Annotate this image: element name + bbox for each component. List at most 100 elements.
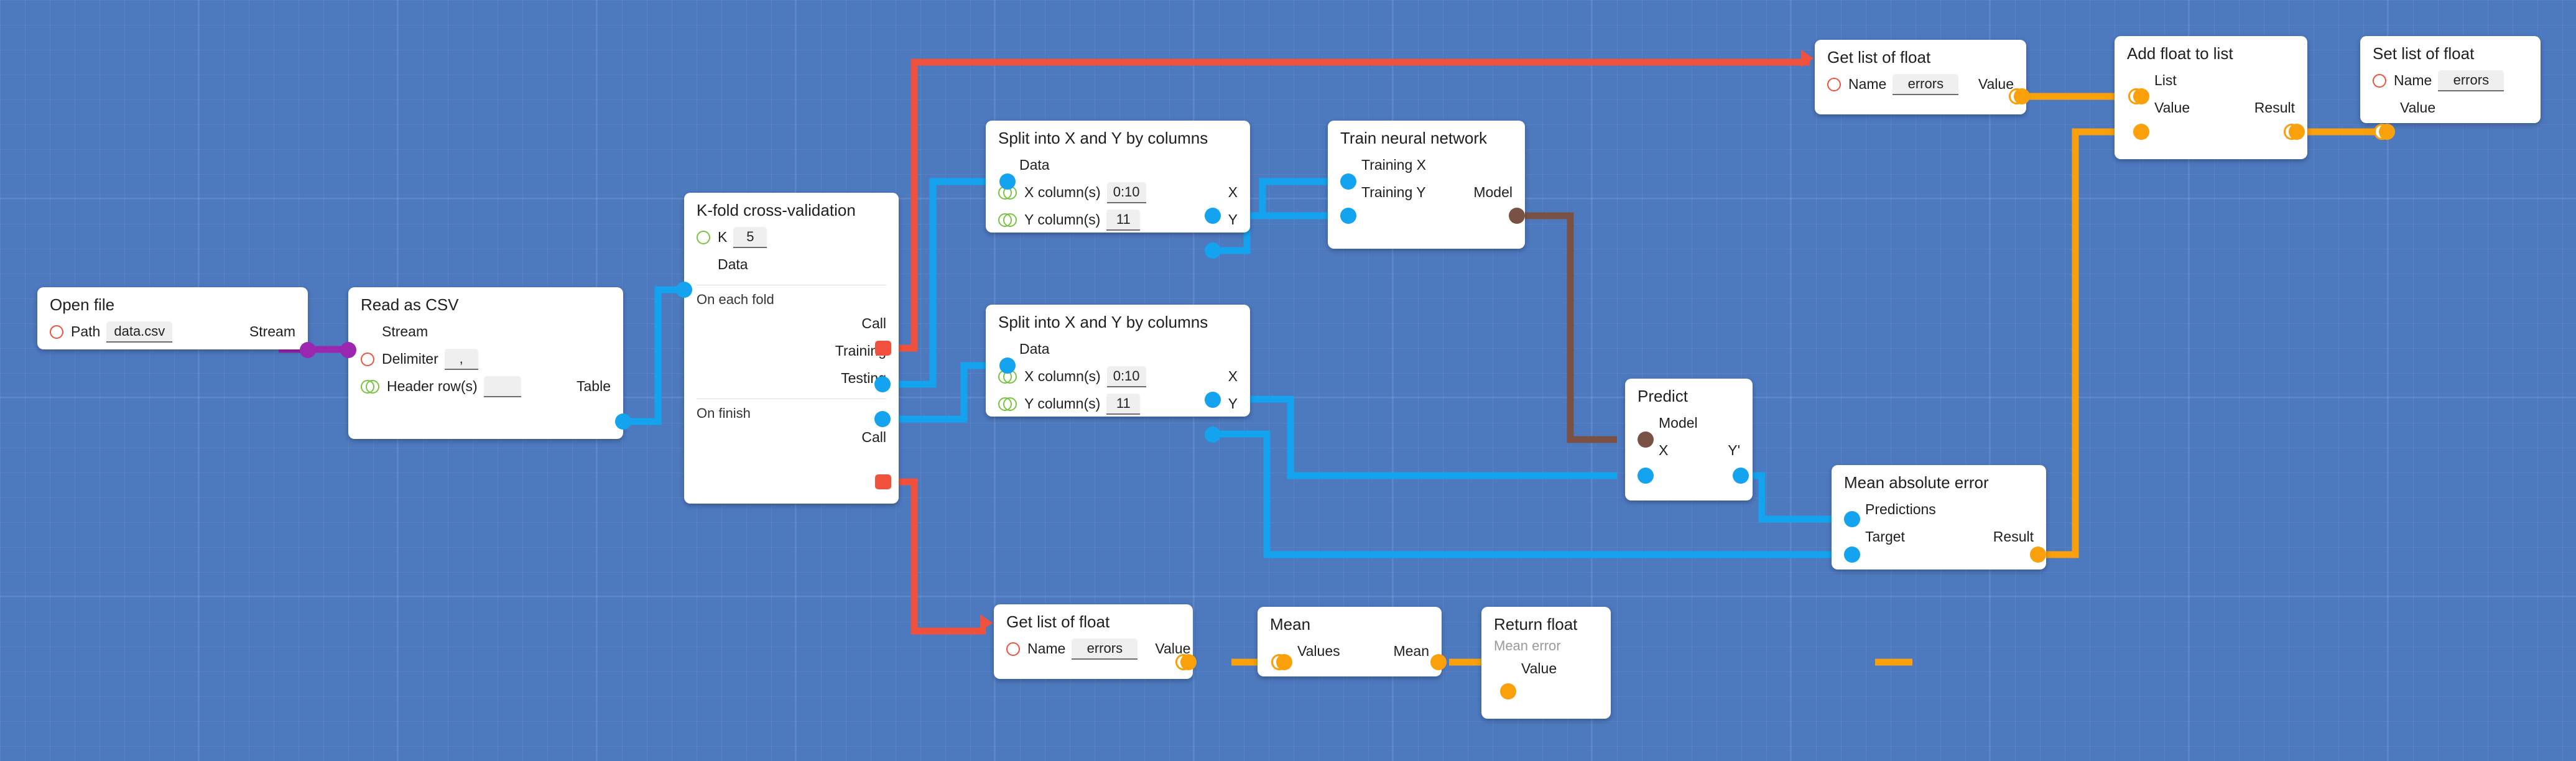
node-mean-absolute-error[interactable]: Mean absolute error Predictions Target R…: [1832, 465, 2046, 570]
path-input[interactable]: data.csv: [106, 321, 173, 343]
node-split-xy-top[interactable]: Split into X and Y by columns Data X col…: [986, 121, 1250, 259]
port-in-training-x[interactable]: [1340, 173, 1356, 190]
port-label-data: Data: [718, 256, 748, 273]
graph-canvas[interactable]: Open file Path data.csv Stream Read as C…: [0, 0, 2576, 761]
port-in-value[interactable]: [2133, 124, 2149, 140]
port-out-training[interactable]: [874, 376, 891, 392]
port-label-call: Call: [861, 315, 886, 332]
port-label-x: X: [1228, 368, 1238, 385]
node-row-data: Data: [697, 251, 886, 279]
port-label-value: Value: [2154, 99, 2190, 116]
port-out-call-each-fold[interactable]: [875, 341, 891, 356]
node-train-neural-network[interactable]: Train neural network Training X Training…: [1328, 121, 1525, 249]
x-columns-input[interactable]: 0:10: [1106, 182, 1146, 203]
node-title: Open file: [50, 295, 115, 314]
node-row-training-y: Training Y Model: [1340, 179, 1513, 206]
y-columns-input[interactable]: 11: [1106, 394, 1141, 415]
port-out-result[interactable]: [2284, 124, 2306, 140]
type-dot-red-icon: [1827, 77, 1841, 91]
port-label-result: Result: [1993, 528, 2034, 545]
port-out-stream[interactable]: [300, 342, 316, 358]
node-row-x-columns: X column(s) 0:10 X: [998, 363, 1238, 390]
port-label-training-x: Training X: [1361, 157, 1426, 173]
port-label-predictions: Predictions: [1865, 501, 1936, 518]
port-out-value-list[interactable]: [1175, 654, 1198, 670]
header-rows-input[interactable]: [483, 376, 521, 397]
node-row-delimiter: Delimiter ,: [361, 346, 611, 373]
port-out-y[interactable]: [1205, 242, 1221, 259]
port-in-model[interactable]: [1638, 431, 1654, 448]
port-label-list: List: [2154, 72, 2177, 89]
port-out-table[interactable]: [615, 413, 631, 430]
port-out-value-list[interactable]: [2009, 88, 2031, 104]
port-label-training-y: Training Y: [1361, 184, 1426, 201]
x-columns-input[interactable]: 0:10: [1106, 366, 1146, 387]
port-out-y[interactable]: [1205, 427, 1221, 443]
y-columns-input[interactable]: 11: [1106, 210, 1141, 231]
port-in-stream[interactable]: [340, 342, 356, 358]
node-row-call-each-fold: Call: [697, 310, 886, 338]
port-out-x[interactable]: [1205, 208, 1221, 224]
port-in-value[interactable]: [2374, 124, 2396, 140]
port-label-value: Value: [1521, 660, 1557, 676]
port-in-target[interactable]: [1844, 547, 1860, 563]
port-in-data[interactable]: [676, 282, 692, 298]
port-label-model: Model: [1473, 184, 1513, 201]
field-label: X column(s): [1024, 184, 1101, 201]
port-out-result[interactable]: [2030, 547, 2046, 563]
port-in-value[interactable]: [1500, 683, 1516, 699]
type-dot-list-green-icon: [998, 397, 1017, 411]
name-input[interactable]: errors: [1072, 639, 1138, 660]
port-in-list[interactable]: [2128, 88, 2151, 104]
field-label: Delimiter: [382, 351, 438, 367]
port-in-values[interactable]: [1271, 654, 1294, 670]
port-label-stream: Stream: [249, 323, 295, 340]
field-label: Y column(s): [1024, 211, 1101, 228]
port-in-data[interactable]: [999, 357, 1016, 374]
node-row-list: List: [2127, 67, 2295, 95]
port-out-y-prime[interactable]: [1733, 468, 1749, 484]
node-read-as-csv[interactable]: Read as CSV Stream Delimiter , Header ro…: [340, 287, 631, 439]
node-row-target: Target Result: [1844, 523, 2034, 551]
port-in-x[interactable]: [1638, 468, 1654, 484]
node-open-file[interactable]: Open file Path data.csv Stream: [37, 287, 316, 358]
exec-in-arrow-icon[interactable]: [1801, 50, 1814, 67]
name-input[interactable]: errors: [1893, 74, 1959, 95]
node-add-float-to-list[interactable]: Add float to list List Value Result: [2115, 36, 2307, 159]
node-title: Predict: [1638, 387, 1688, 405]
node-row-y-columns: Y column(s) 11 Y: [998, 390, 1238, 418]
node-mean[interactable]: Mean Values Mean: [1258, 607, 1447, 676]
port-out-model[interactable]: [1509, 208, 1525, 224]
node-title: Read as CSV: [361, 295, 459, 314]
field-label: Header row(s): [387, 378, 478, 395]
node-title: Add float to list: [2127, 44, 2233, 63]
port-out-testing[interactable]: [874, 411, 891, 427]
port-in-training-y[interactable]: [1340, 208, 1356, 224]
node-kfold-cross-validation[interactable]: K-fold cross-validation K 5 Data On each…: [676, 193, 899, 504]
port-out-x[interactable]: [1205, 392, 1221, 408]
name-input[interactable]: errors: [2438, 70, 2504, 91]
section-label-on-each-fold: On each fold: [697, 291, 774, 307]
node-return-float[interactable]: Return float Mean error Value: [1481, 607, 1611, 719]
port-in-predictions[interactable]: [1844, 511, 1860, 527]
port-label-x: X: [1659, 442, 1669, 459]
exec-in-arrow-icon[interactable]: [980, 614, 993, 632]
wire-exec-on-finish: [883, 478, 986, 635]
node-row-predictions: Predictions: [1844, 496, 2034, 523]
k-input[interactable]: 5: [733, 227, 767, 248]
section-label-on-finish: On finish: [697, 405, 751, 421]
node-title: Split into X and Y by columns: [998, 313, 1208, 331]
port-out-mean[interactable]: [1430, 654, 1447, 670]
port-label-x: X: [1228, 184, 1238, 201]
port-label-mean: Mean: [1393, 643, 1429, 660]
type-dot-list-green-icon: [998, 213, 1017, 227]
node-get-list-of-float-bottom[interactable]: Get list of float Name errors Value: [980, 604, 1197, 679]
node-predict[interactable]: Predict Model X Y': [1625, 379, 1753, 500]
port-out-call-on-finish[interactable]: [875, 474, 891, 489]
node-get-list-of-float-top[interactable]: Get list of float Name errors Value: [1801, 40, 2030, 114]
delimiter-input[interactable]: ,: [444, 349, 478, 370]
node-subtitle: Mean error: [1494, 637, 1561, 653]
port-in-data[interactable]: [999, 173, 1016, 190]
node-split-xy-bottom[interactable]: Split into X and Y by columns Data X col…: [986, 305, 1250, 443]
node-set-list-of-float[interactable]: Set list of float Name errors Value: [2360, 36, 2541, 140]
